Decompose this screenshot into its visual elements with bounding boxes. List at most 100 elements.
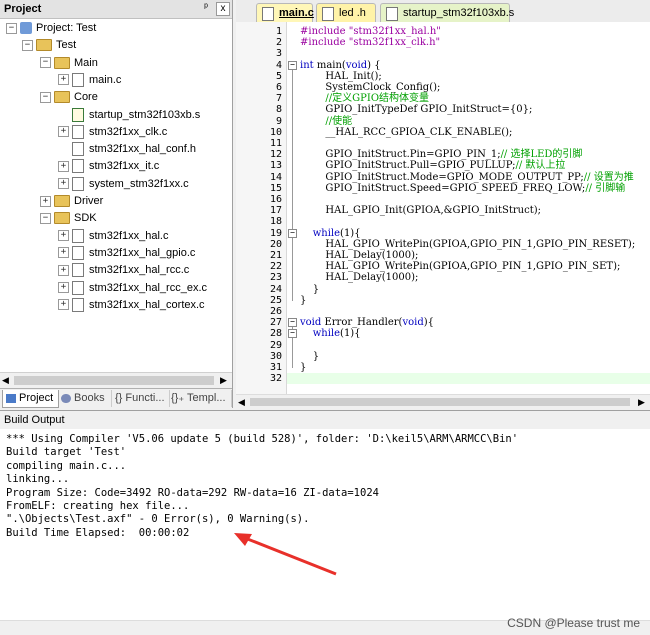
code-line[interactable]: #include "stm32f1xx_hal.h" (300, 26, 441, 37)
project-panel-header: Project ᵖ x (0, 0, 232, 19)
tree-node[interactable]: − Project: Test (6, 20, 96, 37)
tree-file[interactable]: + system_stm32f1xx.c (58, 176, 189, 193)
editor-tab[interactable]: startup_stm32f103xb.s (380, 3, 514, 23)
code-token: ){ (423, 317, 434, 329)
code-line[interactable]: } (300, 351, 319, 362)
code-line[interactable]: GPIO_InitStruct.Speed=GPIO_SPEED_FREQ_LO… (300, 183, 625, 194)
expand-icon[interactable]: + (58, 264, 69, 276)
code-editor[interactable]: 1 2 3 4 5 6 7 8 9 10 11 12 13 14 15 16 17 18 19 20 21 22 23 24 2… (236, 22, 650, 408)
tree-file[interactable]: stm32f1xx_hal_conf.h (58, 141, 196, 158)
project-icon (20, 22, 32, 35)
code-line[interactable]: void Error_Handler(void){ (300, 317, 434, 328)
expand-icon[interactable]: + (58, 282, 69, 294)
code-line[interactable]: } (300, 362, 306, 373)
expand-icon[interactable]: + (58, 74, 69, 86)
code-token: //定义GPIO结构体变量 (300, 93, 430, 105)
tree-file[interactable]: + stm32f1xx_clk.c (58, 124, 167, 141)
scroll-left-icon[interactable]: ◀ (2, 375, 9, 386)
code-line[interactable]: while(1){ (300, 228, 361, 239)
code-line[interactable]: GPIO_InitTypeDef GPIO_InitStruct={0}; (300, 104, 532, 115)
code-line[interactable]: int main(void) { (300, 60, 381, 71)
tree-file[interactable]: + main.c (58, 72, 121, 89)
collapse-icon[interactable]: − (40, 57, 51, 69)
tree-folder[interactable]: − SDK (40, 210, 97, 227)
tree-node[interactable]: − Test (22, 37, 76, 54)
code-token: #include (300, 37, 349, 49)
close-icon[interactable]: x (216, 2, 230, 16)
tab-project[interactable]: Project (2, 390, 59, 408)
tree-file[interactable]: startup_stm32f103xb.s (58, 107, 200, 124)
expand-icon[interactable]: + (40, 195, 51, 207)
tree-file[interactable]: + stm32f1xx_hal_cortex.c (58, 297, 205, 314)
file-icon (322, 7, 334, 21)
tree-folder[interactable]: − Main (40, 55, 98, 72)
build-output-panel[interactable]: *** Using Compiler 'V5.06 update 5 (buil… (0, 429, 650, 624)
code-line[interactable]: HAL_GPIO_WritePin(GPIOA,GPIO_PIN_1,GPIO_… (300, 261, 620, 272)
folder-icon (54, 195, 70, 208)
code-token: HAL_Delay(1000); (300, 272, 419, 284)
collapse-icon[interactable]: − (6, 22, 17, 34)
code-line[interactable]: //定义GPIO结构体变量 (300, 93, 429, 104)
code-line[interactable]: HAL_Delay(1000); (300, 272, 418, 283)
expand-icon[interactable]: + (58, 230, 69, 242)
code-line[interactable]: HAL_GPIO_WritePin(GPIOA,GPIO_PIN_1,GPIO_… (300, 239, 635, 250)
tree-file[interactable]: + stm32f1xx_it.c (58, 158, 159, 175)
code-line[interactable]: HAL_Delay(1000); (300, 250, 418, 261)
tree-file[interactable]: + stm32f1xx_hal_gpio.c (58, 245, 195, 262)
code-line[interactable]: } (300, 284, 319, 295)
tree-folder[interactable]: − Core (40, 89, 98, 106)
fold-collapse-icon[interactable]: − (288, 329, 297, 339)
fold-collapse-icon[interactable]: − (288, 318, 297, 328)
code-line[interactable]: //使能 (300, 116, 352, 127)
tab-functions[interactable]: {} Functi... (112, 390, 170, 407)
build-output-line: Build target 'Test' (6, 446, 127, 459)
code-line[interactable]: HAL_Init(); (300, 71, 381, 82)
tab-books[interactable]: Books (58, 390, 112, 407)
code-token: // 设置为推 (583, 171, 634, 183)
file-icon (72, 297, 84, 312)
code-line[interactable]: SystemClock_Config(); (300, 82, 440, 93)
code-line[interactable]: } (300, 295, 306, 306)
code-token: HAL_Delay(1000); (300, 250, 419, 261)
tree-folder[interactable]: + Driver (40, 193, 103, 210)
expand-icon[interactable]: + (58, 299, 69, 311)
code-line[interactable]: GPIO_InitStruct.Pin=GPIO_PIN_1;// 选择LED的… (300, 149, 582, 160)
scroll-right-icon[interactable]: ▶ (220, 375, 227, 386)
code-line[interactable]: GPIO_InitStruct.Pull=GPIO_PULLUP;// 默认上拉 (300, 160, 565, 171)
tree-item-label: stm32f1xx_hal_conf.h (89, 143, 197, 156)
fold-collapse-icon[interactable]: − (288, 60, 297, 70)
tree-file[interactable]: + stm32f1xx_hal.c (58, 228, 168, 245)
editor-tab[interactable]: main.c (256, 3, 314, 24)
project-panel-hscrollbar[interactable]: ◀ ▶ (0, 372, 232, 388)
scroll-right-icon[interactable]: ▶ (638, 397, 645, 408)
project-panel-tabs: Project Books {} Functi... {}₊ Templ... (0, 388, 232, 409)
code-token: } (300, 283, 320, 295)
code-line[interactable]: HAL_GPIO_Init(GPIOA,&GPIO_InitStruct); (300, 205, 541, 216)
code-token: // 选择LED的引脚 (500, 149, 583, 161)
editor-tab[interactable]: led .h (316, 3, 376, 23)
tree-file[interactable]: + stm32f1xx_hal_rcc_ex.c (58, 280, 207, 297)
tree-item-label: main.c (89, 73, 122, 86)
collapse-icon[interactable]: − (40, 91, 51, 103)
red-arrow-annotation (234, 533, 337, 576)
expand-icon[interactable]: + (58, 178, 69, 190)
scroll-thumb[interactable] (250, 398, 630, 406)
scroll-left-icon[interactable]: ◀ (238, 397, 245, 408)
code-line[interactable]: #include "stm32f1xx_clk.h" (300, 37, 440, 48)
collapse-icon[interactable]: − (22, 39, 33, 51)
code-area[interactable]: #include "stm32f1xx_hal.h" #include "stm3… (236, 22, 650, 394)
expand-icon[interactable]: + (58, 126, 69, 138)
code-line[interactable]: while(1){ (300, 328, 361, 339)
expand-icon[interactable]: + (58, 160, 69, 172)
code-line[interactable]: GPIO_InitStruct.Mode=GPIO_MODE_OUTPUT_PP… (300, 171, 634, 183)
code-line[interactable]: __HAL_RCC_GPIOA_CLK_ENABLE(); (300, 127, 512, 138)
tree-file[interactable]: + stm32f1xx_hal_rcc.c (58, 262, 189, 279)
tab-templates[interactable]: {}₊ Templ... (168, 390, 232, 407)
scroll-thumb[interactable] (14, 376, 214, 385)
fold-collapse-icon[interactable]: − (288, 228, 297, 238)
editor-hscrollbar[interactable]: ◀ ▶ (236, 394, 650, 409)
expand-icon[interactable]: + (58, 247, 69, 259)
pin-icon[interactable]: ᵖ (200, 2, 212, 14)
folder-icon (54, 56, 70, 69)
collapse-icon[interactable]: − (40, 212, 51, 224)
